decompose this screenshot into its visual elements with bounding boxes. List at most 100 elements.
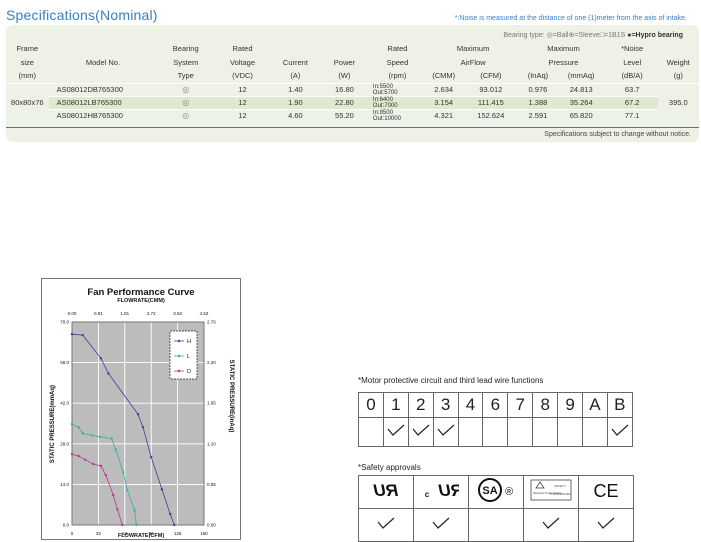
data-point-H	[150, 455, 153, 459]
page-title: Specifications(Nominal)	[6, 7, 158, 23]
mmaq-cell: 35.264	[555, 95, 607, 110]
power-cell: 22.80	[319, 95, 369, 110]
noise-note: *:Noise is measured at the distance of o…	[454, 15, 687, 22]
data-point-H	[107, 372, 110, 375]
safety-check-cell	[578, 508, 634, 542]
check-icon	[411, 423, 431, 442]
top-tick-label: 1.81	[120, 311, 129, 316]
top-tick-label: 3.62	[173, 311, 182, 316]
ur-logo: RU	[373, 481, 398, 500]
wire-code-cell: A	[582, 392, 608, 418]
th-speed-2: Speed	[386, 57, 409, 67]
speed-cell: In:5500 Out:5700	[369, 83, 426, 96]
y-tick-label: 0.0	[63, 523, 70, 528]
wire-check-cell	[482, 417, 509, 447]
data-point-L	[126, 489, 129, 492]
th-speed-1: Rated	[387, 44, 408, 54]
data-point-L	[77, 426, 80, 429]
x-tick-label: 64	[122, 531, 128, 536]
ce-logo: CE	[593, 481, 618, 501]
wire-check-cell	[557, 417, 584, 447]
speed-cell: In:6400 Out:7000	[368, 95, 426, 110]
y-tick-label: 28.0	[60, 441, 69, 446]
power-cell: 16.80	[335, 85, 354, 94]
th-weight-2: (g)	[657, 69, 699, 84]
ce-logo-text: CE	[593, 481, 618, 500]
chart-plot-area: 0 0.00 32 0.91 64 1.81 96 2.72 128 3.62 160 4.53 0.0…	[60, 311, 216, 536]
x-tick-label: 160	[200, 531, 208, 536]
check-icon	[596, 516, 616, 535]
y-right-tick-label: 2.76	[207, 320, 216, 325]
data-point-L	[110, 437, 113, 440]
voltage-cell: 12	[238, 85, 247, 94]
th-cmm: (CMM)	[425, 69, 462, 84]
speed-out: Out:5700	[372, 89, 398, 96]
ur-logo-text: RU	[373, 481, 398, 500]
check-icon	[386, 423, 406, 442]
tuv-logo: Rheinland Product Safety SAFETY TYPE APP…	[530, 479, 572, 500]
top-tick-label: 0.00	[68, 311, 77, 316]
check-icon	[431, 516, 451, 535]
bearing-type-symbols: ◎=Ball⊕=Sleeve□=1B1S	[546, 32, 626, 39]
cfm-cell: 93.012	[479, 85, 503, 94]
y-right-tick-label: 1.10	[207, 441, 216, 446]
wire-check-cell	[358, 417, 384, 447]
x-tick-label: 96	[149, 531, 155, 536]
th-airflow-2: AirFlow	[460, 57, 486, 67]
th-current-2: (A)	[270, 69, 320, 84]
th-frame-1: Frame	[16, 44, 39, 54]
data-point-H	[160, 488, 164, 491]
cmm-cell: 4.321	[434, 111, 454, 120]
cfm-cell: 152.624	[477, 111, 505, 120]
bearing-type-hypro: ●=Hypro bearing	[627, 32, 683, 39]
data-point-D	[112, 493, 115, 497]
data-point-H	[136, 413, 140, 416]
data-point-H	[70, 332, 74, 336]
wire-code-cell: 8	[532, 392, 559, 418]
chart-top-axis-label: FLOWRATE(CMM)	[117, 298, 165, 304]
th-noise-2: Level	[623, 57, 642, 67]
ce-mark: CE	[578, 475, 634, 509]
table-row: 80x80x76 AS08012DB765300 ◎ 12 1.40 16.80…	[6, 83, 699, 108]
tuv-logo-top: SAFETY	[554, 484, 566, 488]
cfm-cell: 111.415	[461, 95, 521, 110]
th-power-1: Power	[333, 57, 356, 67]
mmaq-cell: 65.820	[569, 111, 593, 120]
power-cell: 55.20	[335, 111, 354, 120]
legend-marker	[177, 369, 181, 373]
th-noise-1: *Noise	[621, 44, 644, 54]
check-icon	[610, 423, 630, 442]
th-speed-3: (rpm)	[368, 69, 426, 84]
speed-out: Out:10000	[372, 115, 401, 122]
wire-functions-title: *Motor protective circuit and third lead…	[358, 376, 544, 385]
legend-label: D	[187, 369, 191, 375]
y-tick-label: 70.0	[60, 320, 69, 325]
current-cell: 4.60	[288, 111, 303, 120]
wire-code-cell: 4	[457, 392, 484, 418]
wire-code-cell: B	[606, 392, 633, 418]
y-right-tick-label: 1.65	[207, 401, 216, 406]
data-point-D	[92, 462, 95, 466]
data-point-L	[98, 435, 102, 439]
tuv-logo-bottom: TYPE APPROVED	[550, 493, 571, 496]
cur-logo-text: RU	[438, 481, 459, 500]
data-point-D	[121, 523, 124, 527]
safety-check-cell	[358, 508, 414, 542]
data-point-D	[70, 453, 74, 456]
th-bearing-2: System	[173, 57, 199, 67]
inaq-cell: 2.591	[528, 111, 548, 120]
safety-check-cell	[523, 508, 579, 542]
safety-check-cell	[413, 508, 469, 542]
data-point-H	[173, 523, 176, 527]
speed-cell: In:8500 Out:10000	[369, 109, 426, 122]
th-noise-3: (dB/A)	[606, 69, 658, 84]
data-point-D	[116, 508, 119, 511]
ur-mark: RU	[358, 475, 414, 509]
wire-check-cell	[407, 417, 434, 447]
top-tick-label: 2.72	[147, 311, 156, 316]
th-bearing-1: Bearing	[172, 44, 199, 54]
data-point-L	[90, 434, 93, 437]
wire-check-cell	[532, 417, 559, 447]
data-point-H	[168, 512, 172, 516]
th-inaq: (InAq)	[520, 69, 556, 84]
